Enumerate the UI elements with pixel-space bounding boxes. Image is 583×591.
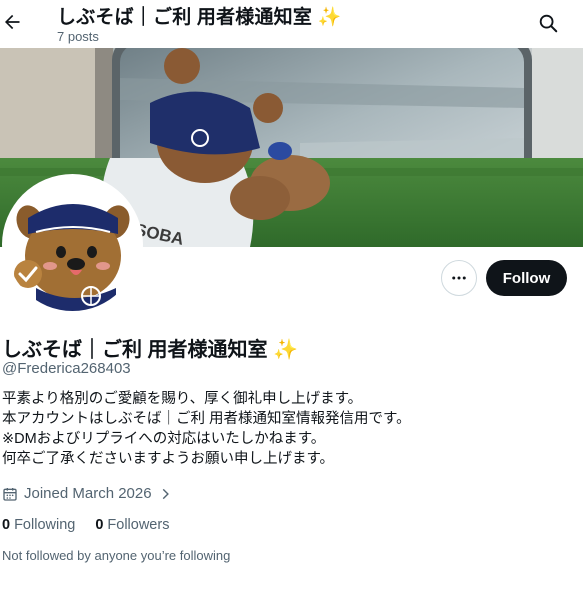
calendar-icon xyxy=(3,487,17,501)
not-followed-notice: Not followed by anyone you’re following xyxy=(2,548,231,563)
bio-line: 何卒ご了承くださいますようお願い申し上げます。 xyxy=(2,451,335,467)
chevron-right-icon xyxy=(162,488,169,499)
joined-text: Joined March 2026 xyxy=(24,485,152,502)
more-options-button[interactable] xyxy=(441,260,477,296)
following-link[interactable]: 0 Following xyxy=(2,517,75,533)
followers-count: 0 xyxy=(95,517,104,533)
search-icon xyxy=(539,14,558,33)
back-button[interactable] xyxy=(0,10,24,34)
search-button[interactable] xyxy=(537,12,559,34)
header-title: しぶそば｜ご利 用者様通知室 ✨ xyxy=(57,7,342,28)
following-label: Following xyxy=(14,517,76,533)
more-horizontal-icon xyxy=(452,276,466,280)
display-name: しぶそば｜ご利 用者様通知室 ✨ xyxy=(2,339,299,361)
bio-line: 平素より格別のご愛顧を賜り、厚く御礼申し上げます。 xyxy=(2,391,363,407)
follow-button[interactable]: Follow xyxy=(486,260,567,296)
followers-label: Followers xyxy=(107,517,170,533)
user-handle: @Frederica268403 xyxy=(2,360,131,377)
follow-stats: 0 Following 0 Followers xyxy=(2,517,169,533)
following-count: 0 xyxy=(2,517,11,533)
avatar[interactable] xyxy=(2,174,143,315)
followers-link[interactable]: 0 Followers xyxy=(95,517,169,533)
arrow-left-icon xyxy=(5,14,20,30)
joined-date[interactable]: Joined March 2026 xyxy=(2,485,172,502)
post-count: 7 posts xyxy=(57,29,99,44)
bio-line: ※DMおよびリプライへの対応はいたしかねます。 xyxy=(2,431,326,447)
avatar-image xyxy=(6,178,139,311)
bio-line: 本アカウントはしぶそば｜ご利 用者様通知室情報発信用です。 xyxy=(2,411,411,427)
profile-bio: 平素より格別のご愛顧を賜り、厚く御礼申し上げます。 本アカウントはしぶそば｜ご利… xyxy=(2,389,411,469)
profile-header: しぶそば｜ご利 用者様通知室 ✨ 7 posts xyxy=(0,0,583,48)
